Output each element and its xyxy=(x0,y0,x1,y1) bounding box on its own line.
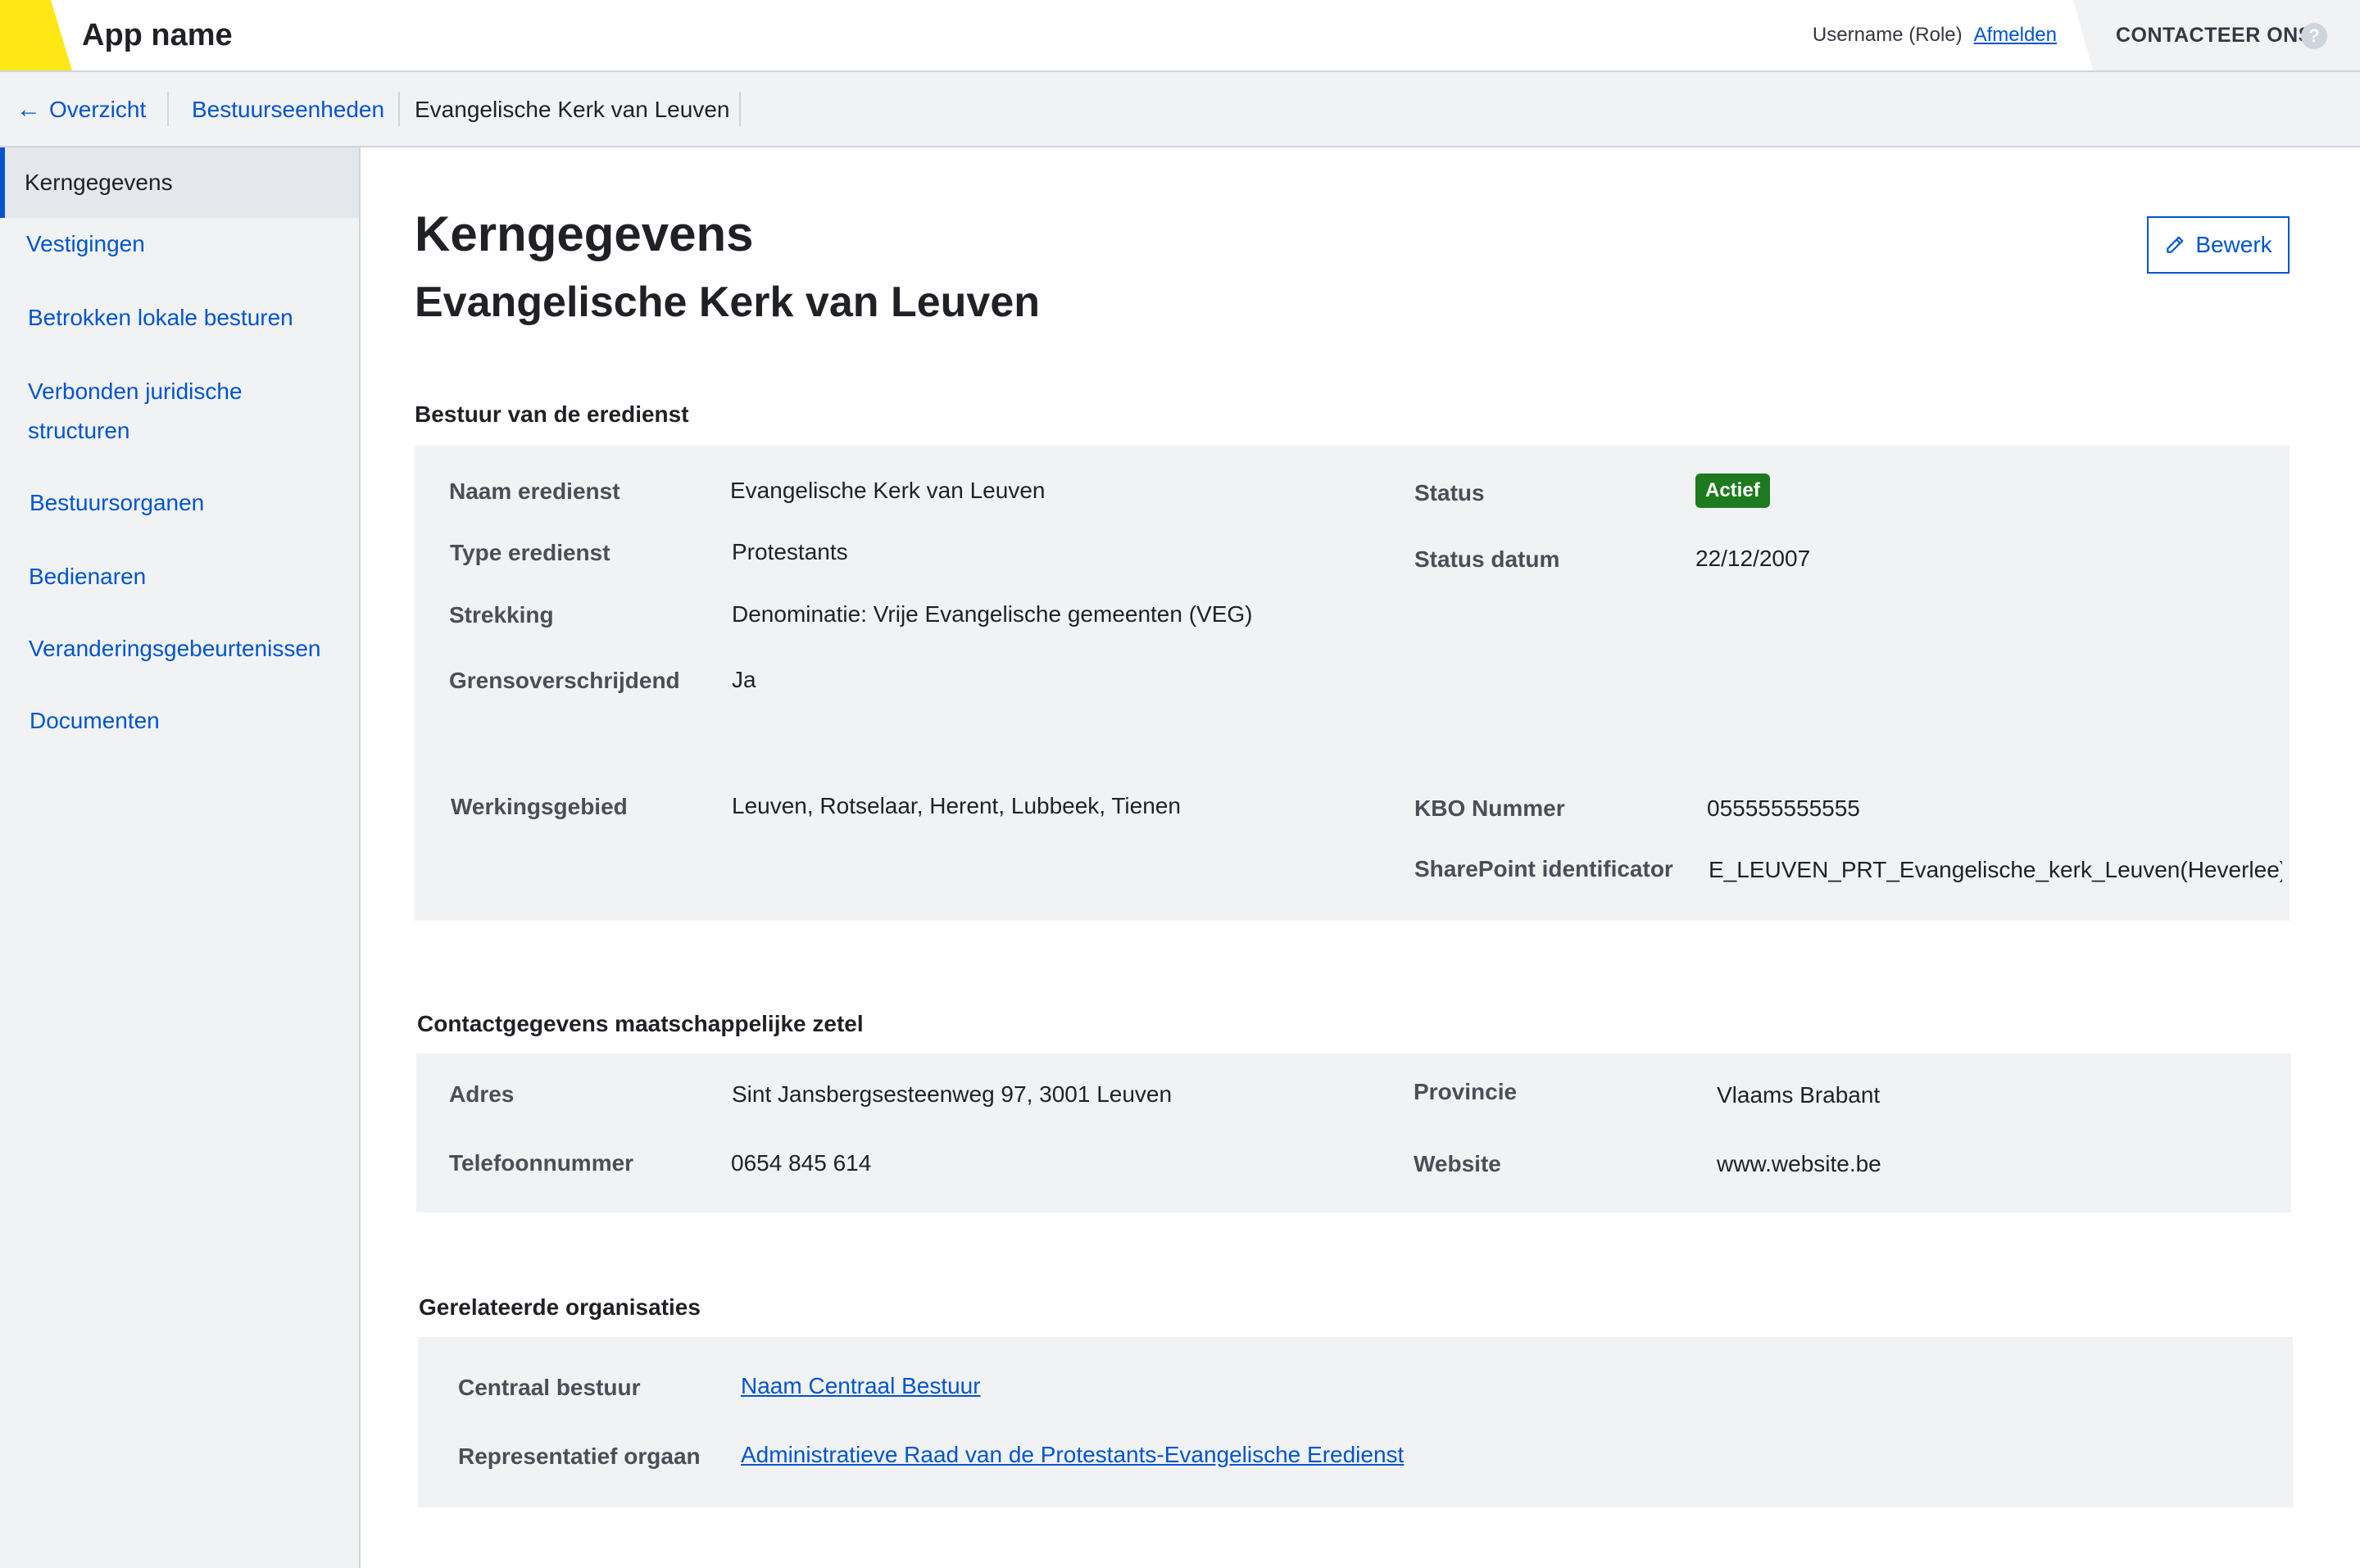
provincie-value: Vlaams Brabant xyxy=(1717,1082,1881,1108)
status-label: Status xyxy=(1414,480,1485,505)
sidebar-item-veranderingsgebeurtenissen[interactable]: Veranderingsgebeurtenissen xyxy=(0,629,359,668)
edit-label: Bewerk xyxy=(2195,232,2272,257)
breadcrumb-divider xyxy=(398,92,400,126)
naam-eredienst-value: Evangelische Kerk van Leuven xyxy=(730,478,1046,503)
brand-flag-logo xyxy=(0,0,72,70)
panel-bestuur: Naam eredienst Evangelische Kerk van Leu… xyxy=(415,446,2290,921)
kbo-nummer-value: 055555555555 xyxy=(1707,795,1860,821)
werkingsgebied-label: Werkingsgebied xyxy=(451,794,628,819)
breadcrumb-item-bestuurseenheden[interactable]: Bestuurseenheden xyxy=(192,93,384,126)
top-header: App name Username (Role) Afmelden CONTAC… xyxy=(0,0,2360,72)
breadcrumb-divider xyxy=(739,92,741,126)
logout-link[interactable]: Afmelden xyxy=(1974,21,2057,49)
edit-button[interactable]: Bewerk xyxy=(2147,216,2290,274)
back-to-overview-link[interactable]: ← Overzicht xyxy=(16,93,146,126)
back-label: Overzicht xyxy=(49,97,147,122)
status-datum-label: Status datum xyxy=(1414,546,1560,572)
sidebar-item-bedienaren[interactable]: Bedienaren xyxy=(0,557,359,596)
user-area: Username (Role) Afmelden xyxy=(1813,21,2057,49)
centraal-bestuur-label: Centraal bestuur xyxy=(458,1375,641,1400)
sidebar-item-betrokken-lokale-besturen[interactable]: Betrokken lokale besturen xyxy=(0,298,359,338)
sharepoint-value: E_LEUVEN_PRT_Evangelische_kerk_Leuven(He… xyxy=(1709,857,2282,882)
sidebar-item-kerngegevens[interactable]: Kerngegevens xyxy=(0,147,359,218)
page-title: Kerngegevens xyxy=(415,206,754,261)
strekking-label: Strekking xyxy=(449,602,554,628)
status-datum-value: 22/12/2007 xyxy=(1695,546,1811,571)
section-title-gerelateerde-organisaties: Gerelateerde organisaties xyxy=(419,1294,701,1320)
status-badge: Actief xyxy=(1695,474,1770,508)
sidebar-item-documenten[interactable]: Documenten xyxy=(0,701,359,741)
representatief-orgaan-link[interactable]: Administratieve Raad van de Protestants-… xyxy=(741,1439,1404,1471)
naam-eredienst-label: Naam eredienst xyxy=(449,478,620,504)
contact-label: CONTACTEER ONS xyxy=(2116,24,2312,47)
sidebar-item-vestigingen[interactable]: Vestigingen xyxy=(0,224,359,264)
website-label: Website xyxy=(1414,1151,1501,1176)
breadcrumb-divider xyxy=(167,92,169,126)
breadcrumb: ← Overzicht Bestuurseenheden Evangelisch… xyxy=(0,72,2360,147)
page-subtitle: Evangelische Kerk van Leuven xyxy=(415,279,1041,326)
kbo-nummer-label: KBO Nummer xyxy=(1414,795,1565,821)
centraal-bestuur-link[interactable]: Naam Centraal Bestuur xyxy=(741,1370,981,1403)
app-name[interactable]: App name xyxy=(82,16,233,54)
sidebar-item-bestuursorganen[interactable]: Bestuursorganen xyxy=(0,483,359,523)
website-value: www.website.be xyxy=(1717,1151,1881,1176)
provincie-label: Provincie xyxy=(1414,1079,1518,1104)
sidebar-item-verbonden-juridische-structuren[interactable]: Verbonden juridische structuren xyxy=(0,372,279,451)
panel-gerelateerde-organisaties: Centraal bestuur Naam Centraal Bestuur R… xyxy=(418,1337,2293,1507)
telefoonnummer-value: 0654 845 614 xyxy=(731,1150,872,1176)
username-label: Username (Role) xyxy=(1812,24,1963,46)
type-eredienst-label: Type eredienst xyxy=(450,540,610,565)
question-circle-icon: ? xyxy=(2301,23,2327,49)
adres-label: Adres xyxy=(449,1081,515,1107)
telefoonnummer-label: Telefoonnummer xyxy=(449,1150,634,1176)
grensoverschrijdend-label: Grensoverschrijdend xyxy=(449,668,680,693)
grensoverschrijdend-value: Ja xyxy=(732,667,756,692)
contact-button[interactable]: CONTACTEER ONS ? xyxy=(2073,0,2360,70)
strekking-value: Denominatie: Vrije Evangelische gemeente… xyxy=(732,601,1253,627)
werkingsgebied-value: Leuven, Rotselaar, Herent, Lubbeek, Tien… xyxy=(732,793,1181,818)
type-eredienst-value: Protestants xyxy=(732,539,848,564)
adres-value: Sint Jansbergsesteenweg 97, 3001 Leuven xyxy=(732,1081,1173,1107)
representatief-orgaan-label: Representatief orgaan xyxy=(458,1443,701,1469)
breadcrumb-item-current: Evangelische Kerk van Leuven xyxy=(415,97,730,122)
pencil-icon xyxy=(2167,236,2184,253)
arrow-left-icon: ← xyxy=(16,96,41,123)
panel-contactgegevens: Adres Sint Jansbergsesteenweg 97, 3001 L… xyxy=(416,1054,2291,1212)
sharepoint-label: SharePoint identificator xyxy=(1414,856,1673,881)
section-title-contactgegevens: Contactgegevens maatschappelijke zetel xyxy=(417,1011,864,1036)
sidebar: Kerngegevens Vestigingen Betrokken lokal… xyxy=(0,147,361,1568)
section-title-bestuur: Bestuur van de eredienst xyxy=(415,401,689,427)
